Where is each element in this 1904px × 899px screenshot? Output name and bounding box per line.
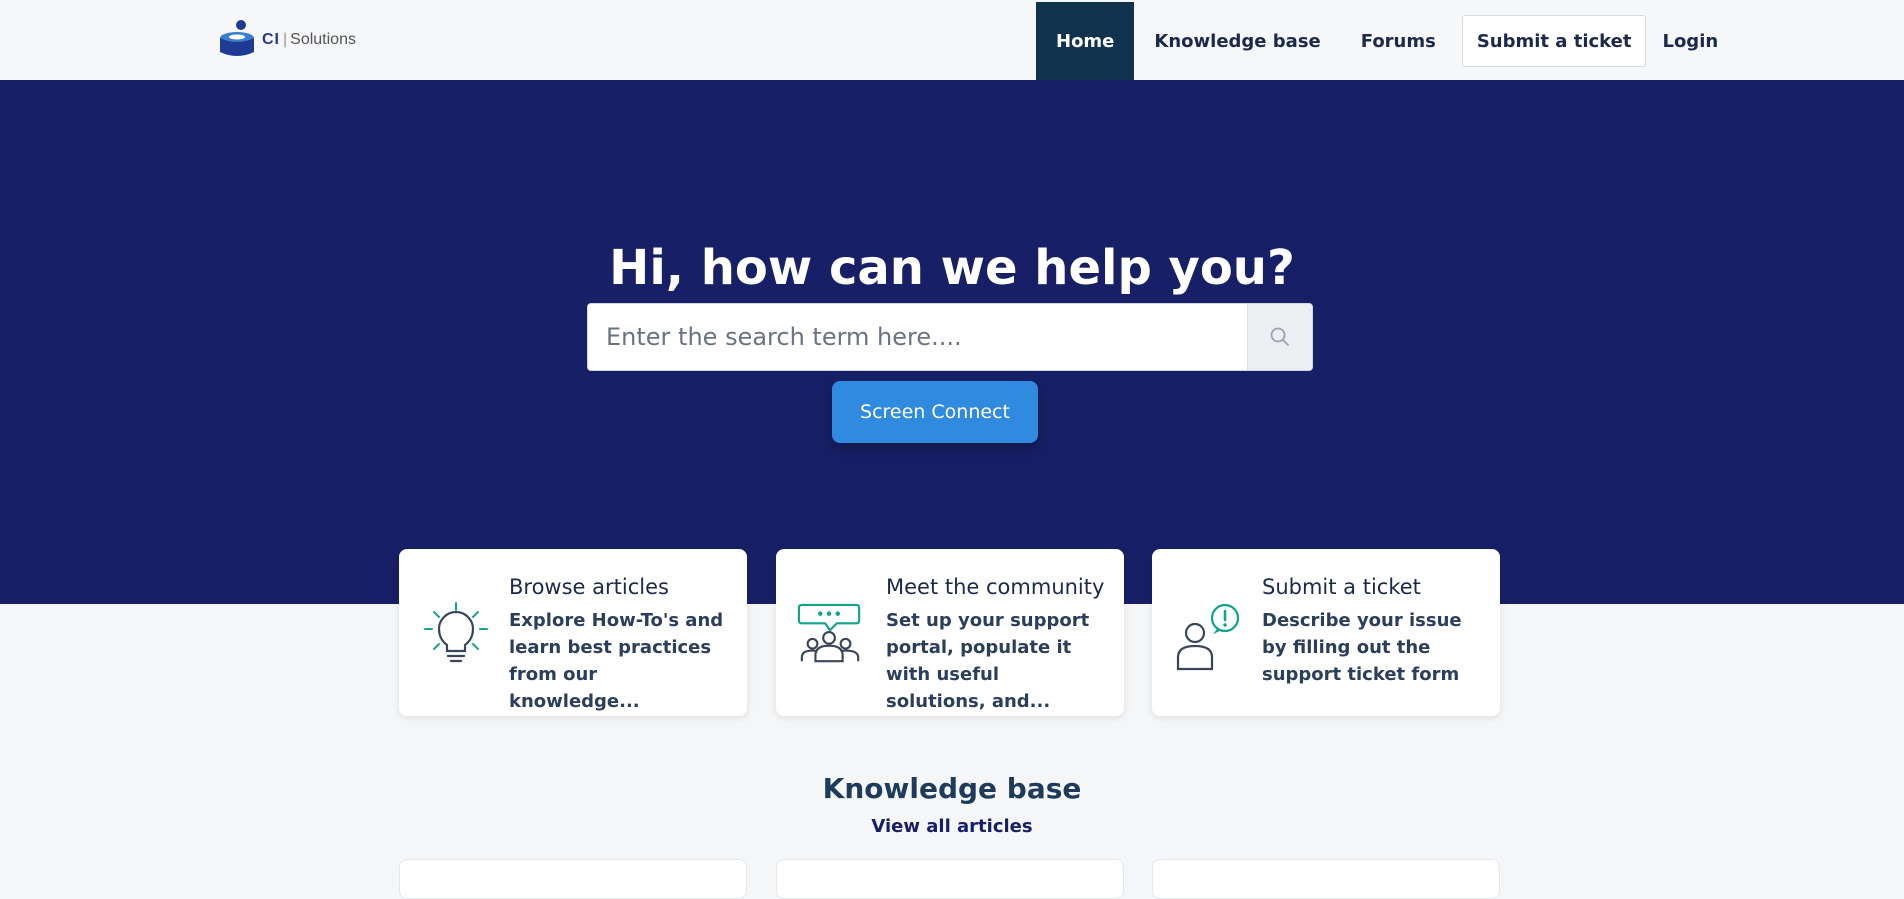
search-icon [1270,327,1289,346]
search-input[interactable] [588,304,1247,370]
lightbulb-icon [424,602,488,663]
knowledge-base-heading: Knowledge base [822,772,1082,805]
nav-login[interactable]: Login [1654,2,1726,80]
card-description: Describe your issue by filling out the s… [1262,610,1462,685]
hero-banner: Hi, how can we help you? Screen Connect [0,80,1904,604]
card-title: Browse articles [509,575,669,599]
logo-icon [220,20,254,56]
logo-text: CI | Solutions [262,31,356,48]
kb-article-card[interactable] [776,859,1124,899]
search-bar [587,303,1313,371]
logo-name: Solutions [290,31,356,48]
view-all-articles-link[interactable]: View all articles [0,816,1904,837]
logo-mark: CI [262,31,280,48]
hero-title: Hi, how can we help you? [609,240,1295,296]
person-alert-icon [1176,603,1240,671]
card-browse-articles[interactable]: Browse articles Explore How-To's and lea… [399,549,747,716]
community-icon [797,603,861,663]
kb-article-card[interactable] [399,859,747,899]
kb-article-card[interactable] [1152,859,1500,899]
screen-connect-button[interactable]: Screen Connect [832,381,1038,443]
nav-knowledge-base[interactable]: Knowledge base [1134,2,1340,80]
card-meet-community[interactable]: Meet the community Set up your support p… [776,549,1124,716]
search-button[interactable] [1247,304,1312,370]
nav-forums[interactable]: Forums [1341,2,1456,80]
nav-home[interactable]: Home [1036,2,1135,80]
card-title: Submit a ticket [1262,575,1421,599]
card-description: Set up your support portal, populate it … [886,610,1090,712]
main-nav: Home Knowledge base Forums Submit a tick… [1036,2,1726,80]
site-header: CI | Solutions Home Knowledge base Forums … [0,0,1904,80]
nav-submit-ticket-button[interactable]: Submit a ticket [1461,15,1647,67]
logo[interactable]: CI | Solutions [218,20,356,60]
card-description: Explore How-To's and learn best practice… [509,610,724,712]
card-submit-ticket[interactable]: Submit a ticket Describe your issue by f… [1152,549,1500,716]
card-title: Meet the community [886,575,1105,599]
